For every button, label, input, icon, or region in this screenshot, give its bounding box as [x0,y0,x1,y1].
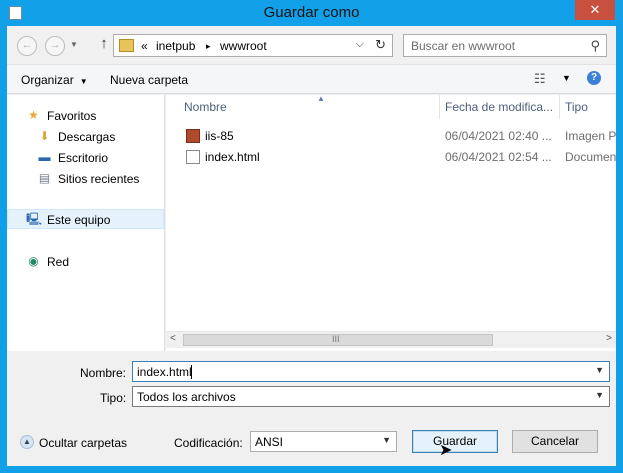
file-date: 06/04/2021 02:40 ... [445,129,552,143]
chevron-down-icon: ▼ [595,390,604,400]
recent-places-icon: ▤ [38,171,51,185]
encoding-select[interactable]: ANSI ▼ [250,431,397,452]
command-bar: Organizar ▼ Nueva carpeta ☷ ▼ ? [7,64,616,94]
save-as-dialog: Guardar como ✕ ← → ▼ ↑ « inetpub ▸ wwwro… [0,0,623,473]
scrollbar-grip-icon: III [332,334,340,344]
address-dropdown-icon[interactable]: ⌵ [356,38,364,51]
help-icon[interactable]: ? [587,71,601,85]
nav-item-label: Escritorio [58,151,109,165]
nav-item-recent-places[interactable]: ▤ Sitios recientes [7,169,164,189]
downloads-icon: ⬇ [39,129,50,143]
filename-label: Nombre: [80,366,127,380]
text-caret [191,365,192,379]
nav-item-desktop[interactable]: ▬ Escritorio [7,148,164,168]
cancel-button[interactable]: Cancelar [512,430,598,453]
scrollbar-thumb[interactable]: III [183,334,493,346]
search-icon[interactable]: ⚲ [590,38,600,54]
html-file-icon [186,150,200,164]
chevron-down-icon[interactable]: ▼ [595,365,604,375]
file-name: index.html [205,150,260,164]
computer-icon: 🖳 [26,212,43,226]
organize-button[interactable]: Organizar ▼ [21,73,88,87]
image-file-icon [186,129,200,143]
refresh-icon[interactable]: ↻ [375,37,386,53]
window-title: Guardar como [263,4,360,21]
new-folder-button[interactable]: Nueva carpeta [110,73,188,87]
horizontal-scrollbar[interactable]: < III > [166,331,616,348]
close-button[interactable]: ✕ [575,0,615,20]
column-header-date[interactable]: Fecha de modifica... [439,95,559,119]
column-header-type[interactable]: Tipo [559,95,616,119]
dialog-body: ← → ▼ ↑ « inetpub ▸ wwwroot ⌵ ↻ Buscar e… [7,26,616,466]
organize-label: Organizar [21,73,74,87]
filename-field[interactable]: index.html ▼ [132,361,610,382]
encoding-value: ANSI [255,435,284,449]
file-type-select[interactable]: Todos los archivos ▼ [132,386,610,407]
chevron-down-icon: ▼ [382,435,391,445]
column-header-label: Fecha de modifica... [445,100,554,114]
column-header-label: Tipo [565,100,588,114]
view-options-icon[interactable]: ☷ [534,71,546,87]
folder-icon [119,39,134,52]
star-icon: ★ [28,108,39,122]
nav-item-label: Favoritos [47,109,97,123]
nav-item-favorites[interactable]: ★ Favoritos [7,106,164,126]
search-placeholder: Buscar en wwwroot [411,39,516,53]
encoding-label: Codificación: [174,436,243,450]
column-header-name[interactable]: ▲ Nombre [179,94,439,119]
column-header-label: Nombre [184,100,227,114]
file-type: Documen [565,150,616,164]
nav-item-label: Sitios recientes [58,172,140,186]
filename-value: index.html [137,365,192,379]
file-name: iis-85 [205,129,234,143]
nav-item-downloads[interactable]: ⬇ Descargas [7,127,164,147]
nav-item-label: Este equipo [47,213,111,227]
mouse-cursor-icon: ➤ [439,442,453,459]
nav-item-network[interactable]: ◉ Red [7,252,164,272]
nav-item-label: Red [47,255,70,269]
forward-button[interactable]: → [45,36,65,56]
save-button[interactable]: Guardar [412,430,498,453]
address-separator[interactable]: ▸ [206,41,211,52]
file-row[interactable]: index.html 06/04/2021 02:54 ... Documen [166,147,616,167]
desktop-icon: ▬ [38,150,51,164]
address-overflow[interactable]: « [141,39,148,53]
address-bar[interactable]: « inetpub ▸ wwwroot ⌵ ↻ [113,34,393,57]
network-icon: ◉ [28,254,39,268]
scroll-left-icon[interactable]: < [170,333,176,344]
file-row[interactable]: iis-85 06/04/2021 02:40 ... Imagen P [166,126,616,146]
sort-ascending-icon: ▲ [317,94,325,103]
recent-locations-dropdown[interactable]: ▼ [69,36,79,56]
hide-folders-label: Ocultar carpetas [39,436,128,450]
address-row: ← → ▼ ↑ « inetpub ▸ wwwroot ⌵ ↻ Buscar e… [7,26,616,64]
address-segment-inetpub[interactable]: inetpub [156,39,195,53]
nav-item-this-pc[interactable]: 🖳 Este equipo [7,209,164,229]
chevron-up-icon: ▲ [20,435,34,449]
file-date: 06/04/2021 02:54 ... [445,150,552,164]
title-bar[interactable]: Guardar como ✕ [0,0,623,26]
file-list: ▲ Nombre Fecha de modifica... Tipo iis-8… [166,94,616,351]
file-type-value: Todos los archivos [137,390,236,404]
chevron-down-icon: ▼ [79,77,88,86]
type-label: Tipo: [100,391,127,405]
view-dropdown-icon[interactable]: ▼ [562,73,571,83]
search-input[interactable]: Buscar en wwwroot ⚲ [403,34,607,57]
navigation-pane: ★ Favoritos ⬇ Descargas ▬ Escritorio ▤ S… [7,95,165,351]
address-segment-wwwroot[interactable]: wwwroot [220,39,267,53]
nav-item-label: Descargas [58,130,116,144]
scroll-right-icon[interactable]: > [606,333,612,344]
back-button[interactable]: ← [17,36,37,56]
file-type: Imagen P [565,129,616,143]
up-button[interactable]: ↑ [95,35,113,55]
